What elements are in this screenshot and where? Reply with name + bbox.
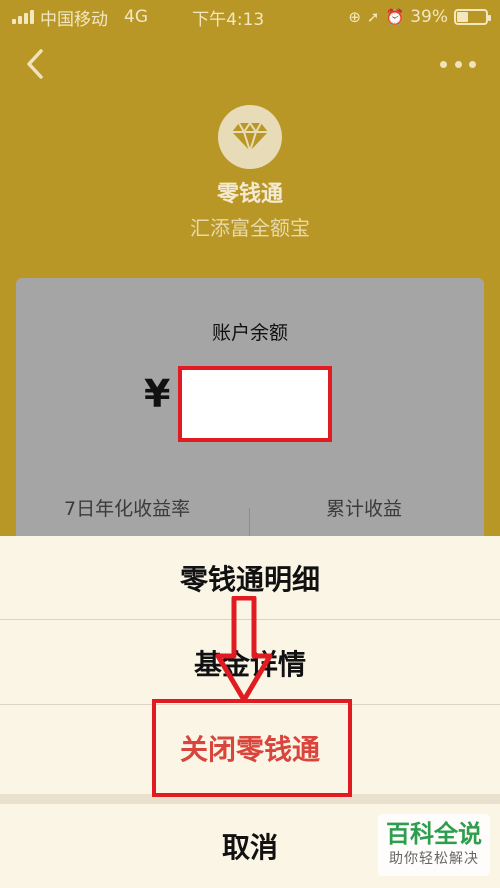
watermark-subtitle: 助你轻松解决 (389, 850, 479, 867)
alarm-icon: ⏰ (385, 7, 405, 26)
arrow-down-icon (215, 596, 273, 703)
dot (454, 60, 462, 68)
time-label: 下午4:13 (192, 9, 265, 30)
network-label: 4G (124, 7, 148, 27)
total-earnings-label: 累计收益 (326, 498, 403, 520)
back-button[interactable] (20, 44, 50, 84)
balance-label: 账户余额 (211, 322, 288, 344)
highlight-box (152, 699, 352, 797)
redacted-balance (178, 366, 332, 442)
diamond-logo (218, 105, 282, 169)
battery-percent: 39% (410, 7, 448, 27)
battery-icon (453, 9, 491, 25)
dot (469, 60, 476, 68)
more-button[interactable] (440, 52, 476, 76)
watermark-logo: 百科全说 助你轻松解决 (378, 814, 490, 876)
product-title: 零钱通 (216, 182, 283, 207)
signal-icon (12, 10, 34, 24)
dot (440, 60, 447, 68)
chevron-left-icon (27, 49, 43, 79)
status-left: 中国移动 4G (12, 5, 148, 30)
lock-rotation-icon: ⊕ (348, 7, 361, 26)
account-card: 账户余额 ¥ 7日年化收益率 累计收益 (16, 278, 484, 578)
location-icon: ➚ (366, 7, 380, 26)
carrier-label: 中国移动 (40, 9, 108, 30)
watermark-title: 百科全说 (386, 820, 482, 849)
status-bar: 中国移动 4G 下午4:13 ⊕ ➚ ⏰ 39% (0, 0, 500, 34)
status-right: ⊕ ➚ ⏰ 39% (348, 7, 491, 27)
currency-symbol: ¥ (144, 372, 171, 416)
annual-yield-label: 7日年化收益率 (64, 498, 191, 520)
battery-level (456, 12, 468, 22)
product-provider: 汇添富全额宝 (190, 216, 310, 240)
diamond-icon (232, 121, 268, 153)
